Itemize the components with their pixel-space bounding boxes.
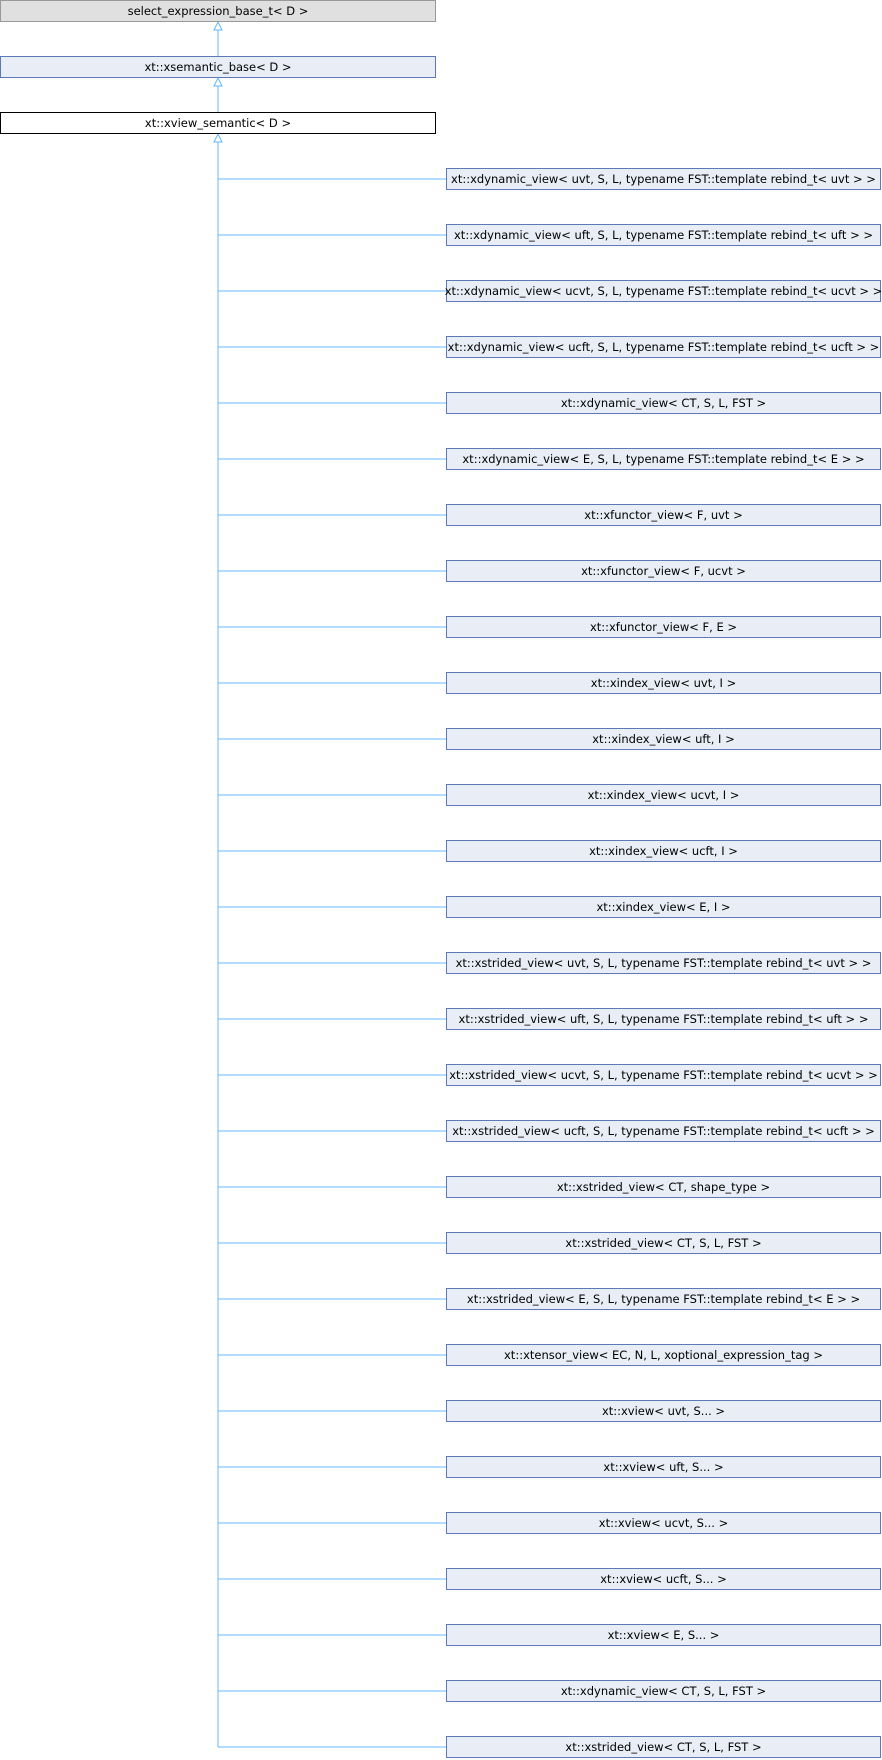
derived-class-28-label: xt::xstrided_view< CT, S, L, FST > <box>565 1740 761 1754</box>
derived-class-27-label: xt::xdynamic_view< CT, S, L, FST > <box>561 1684 766 1698</box>
derived-class-18-label: xt::xstrided_view< CT, shape_type > <box>557 1180 770 1194</box>
derived-class-20[interactable]: xt::xstrided_view< E, S, L, typename FST… <box>446 1288 881 1310</box>
derived-class-8[interactable]: xt::xfunctor_view< F, E > <box>446 616 881 638</box>
derived-class-27[interactable]: xt::xdynamic_view< CT, S, L, FST > <box>446 1680 881 1702</box>
derived-class-21[interactable]: xt::xtensor_view< EC, N, L, xoptional_ex… <box>446 1344 881 1366</box>
arrow-to-select-expression-base <box>213 20 223 31</box>
class-nodes: select_expression_base_t< D >xt::xsemant… <box>0 0 882 1758</box>
derived-class-0[interactable]: xt::xdynamic_view< uvt, S, L, typename F… <box>446 168 881 190</box>
derived-class-13[interactable]: xt::xindex_view< E, I > <box>446 896 881 918</box>
derived-class-9-label: xt::xindex_view< uvt, I > <box>591 676 736 690</box>
derived-class-1[interactable]: xt::xdynamic_view< uft, S, L, typename F… <box>446 224 881 246</box>
inheritance-edges <box>213 20 446 1748</box>
derived-class-13-label: xt::xindex_view< E, I > <box>596 900 730 914</box>
derived-class-22[interactable]: xt::xview< uvt, S... > <box>446 1400 881 1422</box>
derived-class-15-label: xt::xstrided_view< uft, S, L, typename F… <box>459 1012 869 1026</box>
derived-class-24[interactable]: xt::xview< ucvt, S... > <box>446 1512 881 1534</box>
derived-class-7-label: xt::xfunctor_view< F, ucvt > <box>581 564 746 578</box>
derived-class-19-label: xt::xstrided_view< CT, S, L, FST > <box>565 1236 761 1250</box>
derived-class-2[interactable]: xt::xdynamic_view< ucvt, S, L, typename … <box>445 280 882 302</box>
class-xsemantic-base-label: xt::xsemantic_base< D > <box>144 60 291 74</box>
derived-class-4-label: xt::xdynamic_view< CT, S, L, FST > <box>561 396 766 410</box>
derived-class-4[interactable]: xt::xdynamic_view< CT, S, L, FST > <box>446 392 881 414</box>
derived-class-11-label: xt::xindex_view< ucvt, I > <box>588 788 740 802</box>
derived-class-1-label: xt::xdynamic_view< uft, S, L, typename F… <box>454 228 873 242</box>
derived-class-12[interactable]: xt::xindex_view< ucft, I > <box>446 840 881 862</box>
derived-class-24-label: xt::xview< ucvt, S... > <box>599 1516 728 1530</box>
derived-class-18[interactable]: xt::xstrided_view< CT, shape_type > <box>446 1176 881 1198</box>
derived-class-9[interactable]: xt::xindex_view< uvt, I > <box>446 672 881 694</box>
derived-class-26[interactable]: xt::xview< E, S... > <box>446 1624 881 1646</box>
derived-class-7[interactable]: xt::xfunctor_view< F, ucvt > <box>446 560 881 582</box>
derived-class-20-label: xt::xstrided_view< E, S, L, typename FST… <box>467 1292 860 1306</box>
derived-class-6[interactable]: xt::xfunctor_view< F, uvt > <box>446 504 881 526</box>
derived-class-26-label: xt::xview< E, S... > <box>608 1628 720 1642</box>
derived-class-8-label: xt::xfunctor_view< F, E > <box>590 620 737 634</box>
derived-class-28[interactable]: xt::xstrided_view< CT, S, L, FST > <box>446 1736 881 1758</box>
arrow-to-xsemantic-base <box>213 76 223 87</box>
derived-class-14[interactable]: xt::xstrided_view< uvt, S, L, typename F… <box>446 952 881 974</box>
derived-class-5-label: xt::xdynamic_view< E, S, L, typename FST… <box>462 452 864 466</box>
inheritance-diagram: select_expression_base_t< D >xt::xsemant… <box>0 0 882 1758</box>
derived-class-14-label: xt::xstrided_view< uvt, S, L, typename F… <box>456 956 872 970</box>
derived-class-5[interactable]: xt::xdynamic_view< E, S, L, typename FST… <box>446 448 881 470</box>
derived-class-10[interactable]: xt::xindex_view< uft, I > <box>446 728 881 750</box>
derived-class-6-label: xt::xfunctor_view< F, uvt > <box>584 508 742 522</box>
derived-class-3[interactable]: xt::xdynamic_view< ucft, S, L, typename … <box>446 336 881 358</box>
derived-class-10-label: xt::xindex_view< uft, I > <box>592 732 735 746</box>
derived-class-25-label: xt::xview< ucft, S... > <box>600 1572 726 1586</box>
derived-class-3-label: xt::xdynamic_view< ucft, S, L, typename … <box>448 340 880 354</box>
derived-class-23[interactable]: xt::xview< uft, S... > <box>446 1456 881 1478</box>
derived-class-21-label: xt::xtensor_view< EC, N, L, xoptional_ex… <box>504 1348 823 1362</box>
derived-class-12-label: xt::xindex_view< ucft, I > <box>589 844 738 858</box>
class-xsemantic-base[interactable]: xt::xsemantic_base< D > <box>0 56 436 78</box>
class-select-expression-base[interactable]: select_expression_base_t< D > <box>0 0 436 22</box>
class-xview-semantic-current[interactable]: xt::xview_semantic< D > <box>0 112 436 134</box>
class-select-expression-base-label: select_expression_base_t< D > <box>128 4 309 18</box>
derived-class-23-label: xt::xview< uft, S... > <box>603 1460 723 1474</box>
arrow-to-xview-semantic <box>213 132 223 143</box>
derived-class-0-label: xt::xdynamic_view< uvt, S, L, typename F… <box>451 172 876 186</box>
derived-class-11[interactable]: xt::xindex_view< ucvt, I > <box>446 784 881 806</box>
derived-class-16-label: xt::xstrided_view< ucvt, S, L, typename … <box>449 1068 878 1082</box>
derived-class-15[interactable]: xt::xstrided_view< uft, S, L, typename F… <box>446 1008 881 1030</box>
derived-class-25[interactable]: xt::xview< ucft, S... > <box>446 1568 881 1590</box>
class-xview-semantic-current-label: xt::xview_semantic< D > <box>145 116 291 130</box>
derived-class-2-label: xt::xdynamic_view< ucvt, S, L, typename … <box>445 284 882 298</box>
derived-class-22-label: xt::xview< uvt, S... > <box>602 1404 725 1418</box>
derived-class-17-label: xt::xstrided_view< ucft, S, L, typename … <box>452 1124 875 1138</box>
derived-class-16[interactable]: xt::xstrided_view< ucvt, S, L, typename … <box>446 1064 881 1086</box>
derived-class-17[interactable]: xt::xstrided_view< ucft, S, L, typename … <box>446 1120 881 1142</box>
derived-class-19[interactable]: xt::xstrided_view< CT, S, L, FST > <box>446 1232 881 1254</box>
